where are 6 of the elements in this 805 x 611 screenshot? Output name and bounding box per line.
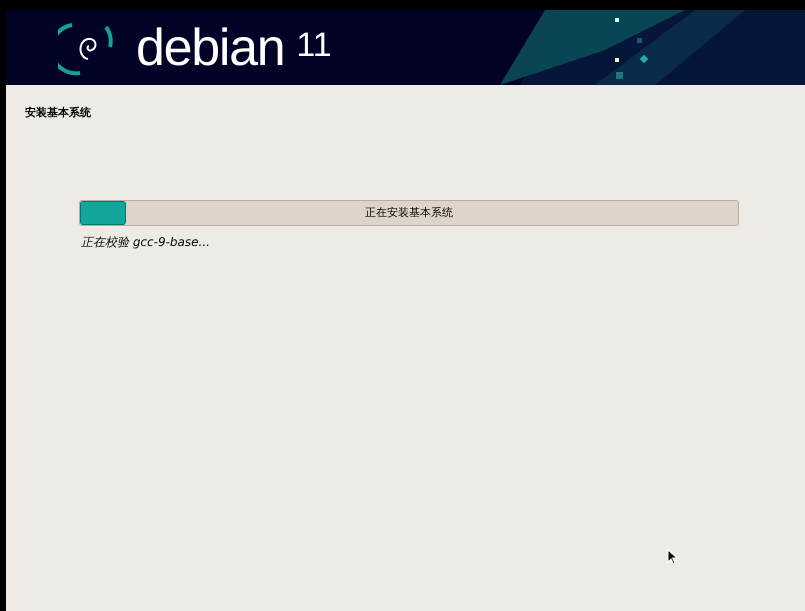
progress-label: 正在安装基本系统 [365, 204, 453, 221]
mouse-pointer-icon [667, 549, 678, 565]
brand-name: debian [136, 22, 284, 74]
page-title: 安装基本系统 [25, 106, 91, 119]
version-number: 11 [296, 28, 332, 62]
status-text: 正在校验 gcc-9-base... [80, 234, 211, 251]
